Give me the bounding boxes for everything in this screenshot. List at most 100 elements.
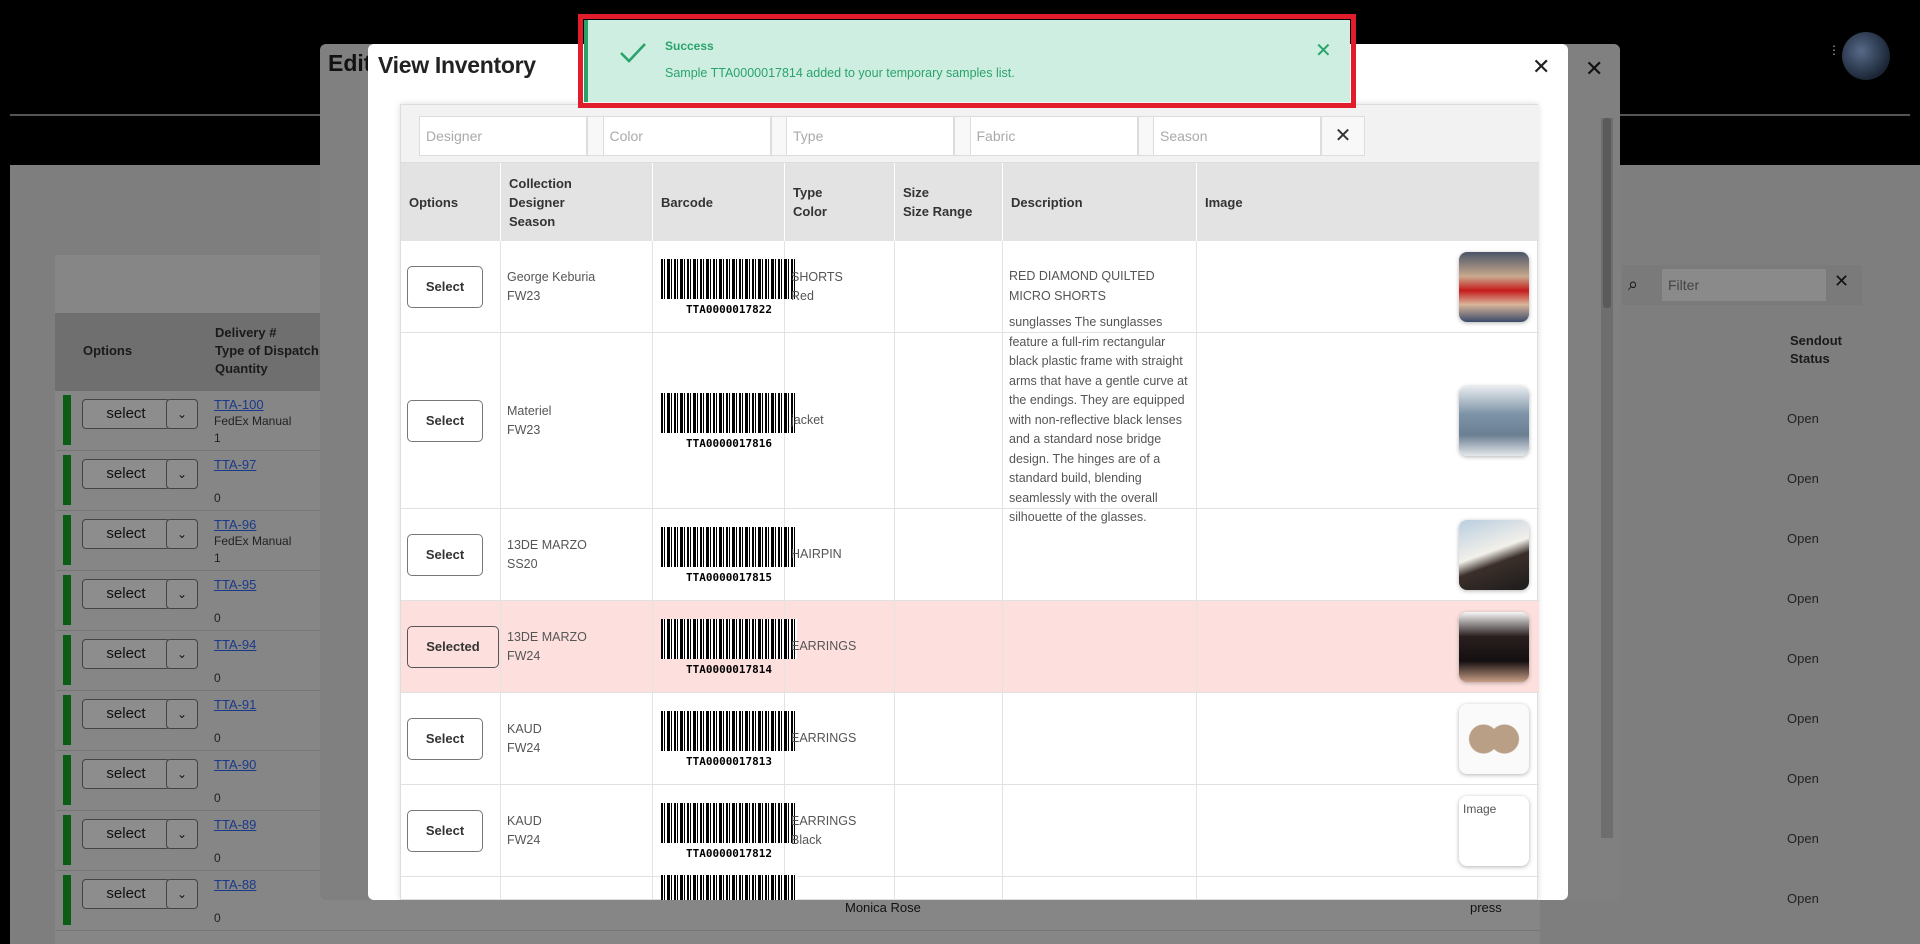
select-button[interactable]: select [82,879,170,909]
type: EARRINGS [791,639,857,653]
collection-cell: 13DE MARZO FW24 [501,601,653,692]
select-button[interactable]: select [82,519,170,549]
delivery-link[interactable]: TTA-91 [214,697,256,712]
type: EARRINGS [791,731,857,745]
filter-input[interactable]: Fabric [969,116,1138,156]
close-icon[interactable]: ✕ [1532,54,1550,80]
filter-input[interactable]: Filter [1662,269,1826,301]
select-button[interactable]: select [82,819,170,849]
clear-filter-icon[interactable]: ✕ [1834,271,1849,292]
image-cell [1197,693,1539,784]
options-cell: Select [401,241,501,332]
designer: George Keburia [507,269,596,284]
table-row [401,874,1539,900]
search-icon: ⌕ [1628,274,1639,294]
toast-message: Sample TTA0000017814 added to your tempo… [665,66,1015,80]
filter-input[interactable]: Type [786,116,954,156]
type-cell: jacket [785,333,895,508]
product-image[interactable] [1459,704,1529,774]
delivery-link[interactable]: TTA-95 [214,577,256,592]
delivery-link[interactable]: TTA-94 [214,637,256,652]
product-image[interactable] [1459,252,1529,322]
chevron-down-icon[interactable]: ⌄ [166,579,198,609]
barcode-cell: TTA0000017813 [653,693,797,784]
sendout-status: Open [1787,651,1819,666]
type: jacket [791,413,824,427]
chevron-down-icon[interactable]: ⌄ [166,459,198,489]
close-toast-icon[interactable]: ✕ [1315,38,1332,63]
image-cell [1197,333,1539,508]
select-button[interactable]: Select [407,809,483,852]
select-button[interactable]: select [82,699,170,729]
filter-input[interactable]: Season [1153,116,1321,156]
scrollbar[interactable] [1601,118,1613,838]
chevron-down-icon[interactable]: ⌄ [166,819,198,849]
avatar[interactable] [1842,32,1890,80]
description-cell [1003,693,1197,784]
select-button[interactable]: Select [407,717,483,760]
collection-cell: George Keburia FW23 [501,241,653,332]
delivery-link[interactable]: TTA-88 [214,877,256,892]
options-cell: Select [401,333,501,508]
sendout-status: Open [1787,831,1819,846]
size-cell [895,601,1003,692]
delivery-link[interactable]: TTA-90 [214,757,256,772]
description-cell [1003,509,1197,600]
status-bar [63,755,71,805]
season: FW24 [507,740,541,755]
quantity: 0 [214,671,221,685]
product-image[interactable] [1459,386,1529,456]
chevron-down-icon[interactable]: ⌄ [166,519,198,549]
product-image[interactable] [1459,612,1529,682]
select-button[interactable]: select [82,759,170,789]
sendout-status: Open [1787,771,1819,786]
delivery-link[interactable]: TTA-96 [214,517,256,532]
chevron-down-icon[interactable]: ⌄ [166,399,198,429]
close-icon[interactable]: ✕ [1585,56,1603,82]
color: Black [791,832,822,847]
success-toast: Success Sample TTA0000017814 added to yo… [584,20,1350,102]
check-icon [620,43,646,63]
select-button[interactable]: select [82,579,170,609]
modal-title: View Inventory [378,52,536,78]
filter-designer: Designer✕ [419,116,631,156]
chevron-down-icon[interactable]: ⌄ [166,639,198,669]
select-button[interactable]: Select [407,399,483,442]
delivery-link[interactable]: TTA-89 [214,817,256,832]
barcode: TTA0000017814 [661,618,797,676]
filter-season: Season ✕ [1153,116,1365,156]
delivery-link[interactable]: TTA-100 [214,397,264,412]
chevron-down-icon[interactable]: ⌄ [166,759,198,789]
view-inventory-modal: View Inventory ✕ Designer✕Color✕Type✕Fab… [368,44,1568,900]
size-cell [895,241,1003,332]
select-button[interactable]: select [82,399,170,429]
collection-cell: Materiel FW23 [501,333,653,508]
select-button[interactable]: select [82,639,170,669]
sendout-status: Open [1787,531,1819,546]
season: FW24 [507,648,541,663]
barcode-number: TTA0000017813 [685,754,773,768]
filter-input[interactable]: Color [602,116,771,156]
select-button[interactable]: Select [407,533,483,576]
chevron-down-icon[interactable]: ⌄ [166,879,198,909]
clear-filter-icon[interactable]: ✕ [1321,116,1365,156]
header-delivery: Delivery # Type of Dispatch Quantity [215,325,319,376]
filter-fabric: Fabric✕ [969,116,1182,156]
image-cell [1197,509,1539,600]
select-button[interactable]: select [82,459,170,489]
col-image: Image [1197,163,1539,241]
product-image[interactable] [1459,520,1529,590]
quantity: 0 [214,791,221,805]
more-menu-icon[interactable]: ⋮ [1828,44,1840,60]
sendout-status: Open [1787,591,1819,606]
sendout-status: Open [1787,711,1819,726]
barcode: TTA0000017813 [661,710,797,768]
image-cell: Image [1197,785,1539,876]
barcode-cell: TTA0000017814 [653,601,797,692]
selected-button[interactable]: Selected [407,625,499,668]
filter-input[interactable]: Designer [419,116,587,156]
col-options: Options [401,163,501,241]
delivery-link[interactable]: TTA-97 [214,457,256,472]
chevron-down-icon[interactable]: ⌄ [166,699,198,729]
select-button[interactable]: Select [407,265,483,308]
